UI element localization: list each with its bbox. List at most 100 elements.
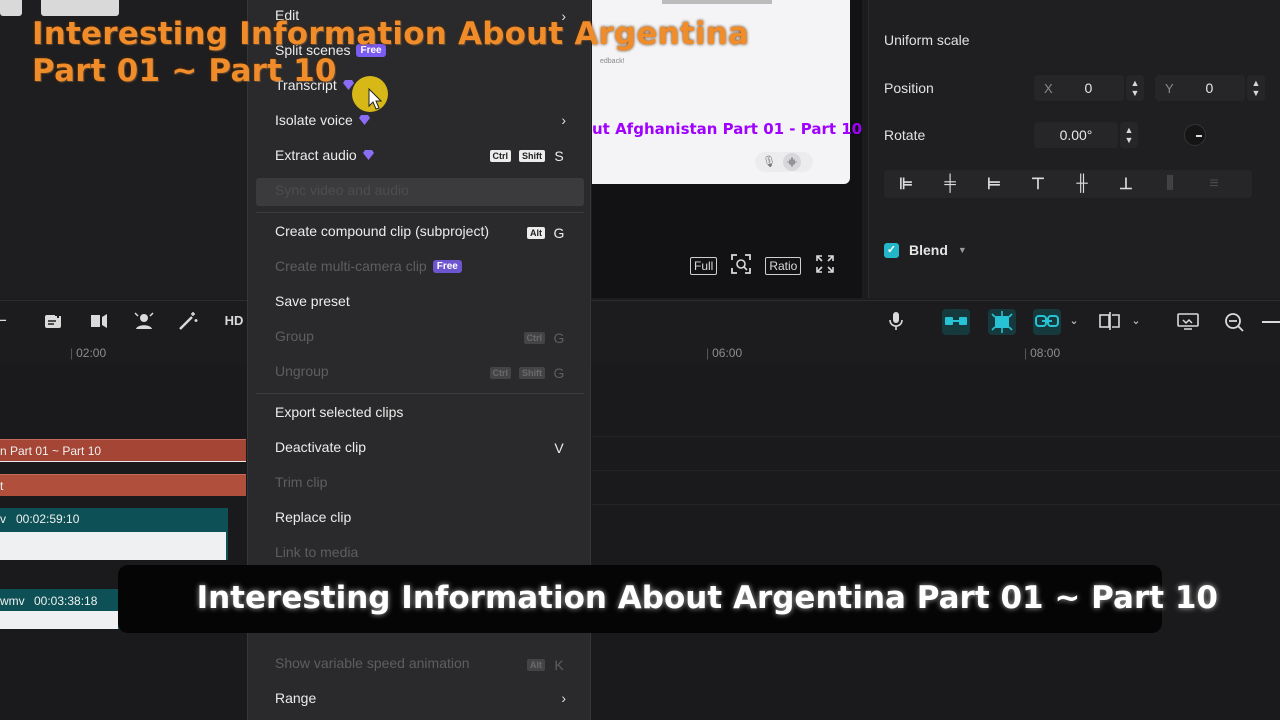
- player-caption-text: ut Afghanistan Part 01 - Part 10: [592, 120, 863, 138]
- position-x-field[interactable]: X 0: [1034, 75, 1124, 101]
- full-button[interactable]: Full: [690, 257, 718, 275]
- menu-item-group: Group: [275, 328, 314, 344]
- main-track-magnet-icon[interactable]: [944, 311, 968, 336]
- chevron-down-icon[interactable]: ⌄: [1124, 314, 1148, 327]
- magic-wand-icon[interactable]: [176, 311, 200, 336]
- align-top-icon[interactable]: ⊤: [1016, 174, 1060, 194]
- align-right-icon[interactable]: ⊨: [972, 174, 1016, 194]
- monitor-icon[interactable]: [1176, 311, 1200, 336]
- microphone-icon[interactable]: [884, 311, 908, 336]
- ratio-button[interactable]: Ratio: [765, 257, 802, 275]
- menu-item-ungroup: Ungroup: [275, 363, 329, 379]
- checkbox-icon[interactable]: ✓: [884, 242, 899, 258]
- kbd-alt: Alt: [527, 227, 545, 239]
- track-divider: [592, 436, 1280, 437]
- menu-item-export-selected[interactable]: Export selected clips: [275, 404, 403, 420]
- position-y-value: 0: [1205, 80, 1214, 96]
- freeze-frame-icon[interactable]: [87, 311, 111, 336]
- subtitle-text: Interesting Information About Argentina …: [196, 580, 1218, 616]
- preview-axis-icon[interactable]: [1098, 311, 1122, 336]
- menu-item-sync-video-audio: Sync video and audio: [275, 182, 409, 198]
- canvas-content-strip: [662, 0, 772, 4]
- overlay-title-line2: Part 01 ~ Part 10: [32, 53, 337, 89]
- position-x-axis: X: [1044, 80, 1053, 96]
- timeline-toolbar: ⌐ HD ⌄ ⌄: [0, 300, 1280, 342]
- crop-icon[interactable]: ⌐: [0, 311, 14, 331]
- kbd-key: G: [553, 225, 565, 241]
- menu-item-show-speed-animation: Show variable speed animation: [275, 655, 470, 671]
- remove-background-icon[interactable]: [132, 311, 156, 336]
- chevron-down-icon[interactable]: ⌄: [1062, 314, 1086, 327]
- hd-icon[interactable]: HD: [222, 313, 246, 328]
- blend-row[interactable]: ✓ Blend ▼: [884, 242, 967, 258]
- text-clip[interactable]: t: [0, 474, 246, 496]
- media-thumbnail[interactable]: [0, 0, 22, 16]
- align-center-h-icon[interactable]: ╪: [928, 175, 972, 193]
- text-clip[interactable]: n Part 01 ~ Part 10: [0, 439, 246, 461]
- inspector-top-edge: [869, 0, 1280, 4]
- position-y-field[interactable]: Y 0: [1155, 75, 1245, 101]
- menu-item-label: Create multi-camera clip: [275, 258, 427, 274]
- video-clip-thumbnail: [0, 611, 118, 629]
- align-bottom-icon[interactable]: ⊥: [1104, 174, 1148, 194]
- ruler-tick: 06:00: [706, 346, 742, 360]
- shortcut-group: Ctrl G: [523, 330, 566, 346]
- track-divider: [592, 504, 1280, 505]
- video-clip[interactable]: v 00:02:59:10: [0, 508, 228, 560]
- position-y-stepper[interactable]: ▲ ▼: [1247, 75, 1265, 101]
- shortcut-ungroup: Ctrl Shift G: [489, 365, 566, 381]
- free-badge: Free: [432, 259, 462, 273]
- add-marker-icon[interactable]: [42, 311, 66, 336]
- position-y-axis: Y: [1165, 80, 1174, 96]
- track-divider: [592, 470, 1280, 471]
- link-icon[interactable]: [1035, 311, 1059, 336]
- position-label: Position: [884, 80, 934, 96]
- video-clip-duration: 00:02:59:10: [16, 512, 80, 526]
- menu-item-create-compound[interactable]: Create compound clip (subproject): [275, 223, 489, 239]
- kbd-shift: Shift: [519, 367, 545, 379]
- align-center-v-icon[interactable]: ╫: [1060, 175, 1104, 193]
- rotate-field[interactable]: 0.00°: [1034, 122, 1118, 148]
- menu-item-extract-audio[interactable]: Extract audio: [275, 147, 374, 163]
- menu-item-trim: Trim clip: [275, 474, 327, 490]
- kbd-ctrl: Ctrl: [489, 367, 511, 379]
- rotate-stepper[interactable]: ▲ ▼: [1120, 122, 1138, 148]
- menu-item-label: Range: [275, 690, 317, 706]
- distribute-v-icon: ≡: [1209, 175, 1219, 192]
- zoom-slider[interactable]: [1262, 321, 1280, 323]
- rotate-value: 0.00°: [1059, 127, 1093, 143]
- timeline-area[interactable]: n Part 01 ~ Part 10 t v 00:02:59:10 wmv …: [0, 364, 1280, 720]
- menu-item-label: Link to media: [275, 544, 359, 560]
- menu-item-label: Extract audio: [275, 147, 357, 163]
- menu-item-deactivate[interactable]: Deactivate clip: [275, 439, 366, 455]
- menu-item-label: Sync video and audio: [275, 182, 409, 198]
- menu-item-range[interactable]: Range: [275, 690, 316, 706]
- align-toolbar: ⊫ ╪ ⊨ ⊤ ╫ ⊥ ⫼ ≡: [884, 170, 1252, 198]
- menu-item-label: Show variable speed animation: [275, 655, 470, 671]
- menu-item-replace[interactable]: Replace clip: [275, 509, 351, 525]
- blend-label: Blend: [909, 242, 948, 258]
- rotate-dial[interactable]: [1184, 124, 1206, 146]
- focus-icon[interactable]: [729, 253, 753, 280]
- player-controls: Full Ratio: [690, 253, 837, 280]
- kbd-key: G: [553, 365, 565, 381]
- diamond-premium-icon: [362, 150, 374, 160]
- position-x-stepper[interactable]: ▲ ▼: [1126, 75, 1144, 101]
- align-left-icon[interactable]: ⊫: [884, 174, 928, 194]
- menu-item-isolate-voice[interactable]: Isolate voice: [275, 112, 370, 128]
- kbd-key: G: [553, 330, 565, 346]
- video-clip-ext: wmv: [0, 594, 25, 608]
- fullscreen-icon[interactable]: [813, 254, 837, 279]
- kbd-key: V: [554, 440, 564, 456]
- zoom-out-icon[interactable]: [1222, 311, 1246, 338]
- menu-item-label: Export selected clips: [275, 404, 404, 420]
- menu-item-label: Group: [275, 328, 314, 344]
- chevron-right-icon: ›: [561, 112, 566, 128]
- menu-item-save-preset[interactable]: Save preset: [275, 293, 350, 309]
- auto-snap-icon[interactable]: [990, 311, 1014, 338]
- chevron-down-icon[interactable]: ▼: [958, 245, 967, 255]
- timeline-ruler[interactable]: 02:00 06:00 08:00: [0, 342, 1280, 364]
- kbd-key: K: [554, 657, 564, 673]
- shortcut-deactivate: V: [553, 440, 565, 456]
- media-thumbnail[interactable]: [41, 0, 119, 16]
